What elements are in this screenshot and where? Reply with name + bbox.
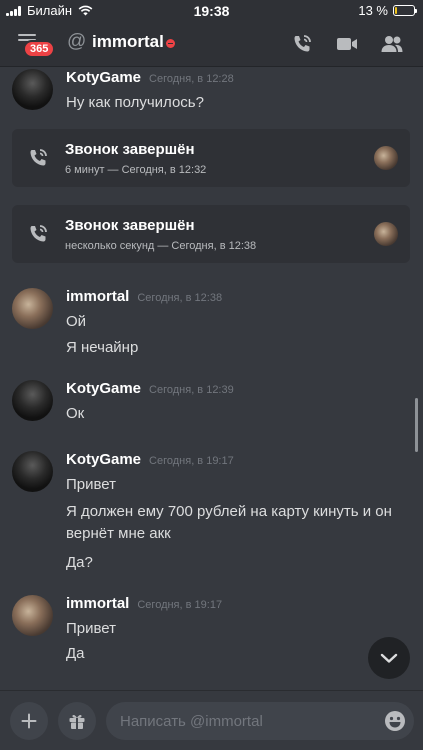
emoji-picker-icon[interactable] [384,710,406,732]
voice-call-icon[interactable] [289,31,315,57]
message-text: Привет [66,620,117,637]
author-name[interactable]: KotyGame [66,451,141,468]
author-name[interactable]: KotyGame [66,69,141,86]
battery-icon [393,5,417,16]
avatar[interactable] [12,595,53,636]
call-subtitle: несколько секунд — Сегодня, в 12:38 [65,240,257,252]
message-text: Да? [66,554,93,571]
message-text: Ок [66,405,85,422]
members-icon[interactable] [379,31,405,57]
avatar[interactable] [12,69,53,110]
message-timestamp: Сегодня, в 12:39 [149,384,234,396]
author-name[interactable]: immortal [66,288,129,305]
message-list[interactable]: KotyGame Сегодня, в 12:28 Ну как получило… [0,66,423,696]
avatar[interactable] [12,288,53,329]
battery-percent: 13 % [358,3,388,18]
call-title: Звонок завершён [65,141,195,158]
dnd-status-icon [166,39,175,48]
message-timestamp: Сегодня, в 12:28 [149,73,234,85]
message-input[interactable] [120,702,370,740]
add-attachment-button[interactable] [10,702,48,740]
chevron-down-icon [380,653,398,663]
participant-avatar [374,146,398,170]
at-icon: @ [67,31,87,52]
message-text: Ой [66,313,87,330]
wifi-icon [78,5,93,16]
gift-icon [69,714,85,729]
message-input-wrapper [106,702,414,740]
video-call-icon[interactable] [334,31,360,57]
message-timestamp: Сегодня, в 19:17 [149,455,234,467]
call-ended-icon [30,149,47,166]
plus-icon [21,713,37,729]
participant-avatar [374,222,398,246]
message-timestamp: Сегодня, в 12:38 [137,292,223,304]
status-bar: Билайн 19:38 13 % [0,0,423,22]
message-text: Я должен ему 700 рублей на карту кинуть … [66,503,392,542]
signal-icon [6,5,21,16]
message-text: Привет [66,476,117,493]
call-title: Звонок завершён [65,217,195,234]
unread-badge: 365 [23,40,56,58]
author-name[interactable]: immortal [66,595,129,612]
avatar[interactable] [12,451,53,492]
avatar[interactable] [12,380,53,421]
carrier-label: Билайн [27,3,73,18]
author-name[interactable]: KotyGame [66,380,141,397]
call-ended-card: Звонок завершён несколько секунд — Сегод… [12,205,410,263]
gift-button[interactable] [58,702,96,740]
call-ended-card: Звонок завершён 6 минут — Сегодня, в 12:… [12,129,410,187]
channel-header: 365 @ immortal [0,22,423,66]
page-title: immortal [92,32,164,51]
call-ended-icon [30,225,47,242]
message-text: Да [66,645,85,662]
hamburger-menu-button[interactable]: 365 [18,32,56,58]
scroll-to-bottom-button[interactable] [368,637,410,679]
scrollbar[interactable] [415,398,418,452]
message-text: Я нечайнр [66,339,139,356]
message-timestamp: Сегодня, в 19:17 [137,599,223,611]
call-subtitle: 6 минут — Сегодня, в 12:32 [65,164,207,176]
message-composer [0,690,423,750]
message-text: Ну как получилось? [66,94,204,111]
